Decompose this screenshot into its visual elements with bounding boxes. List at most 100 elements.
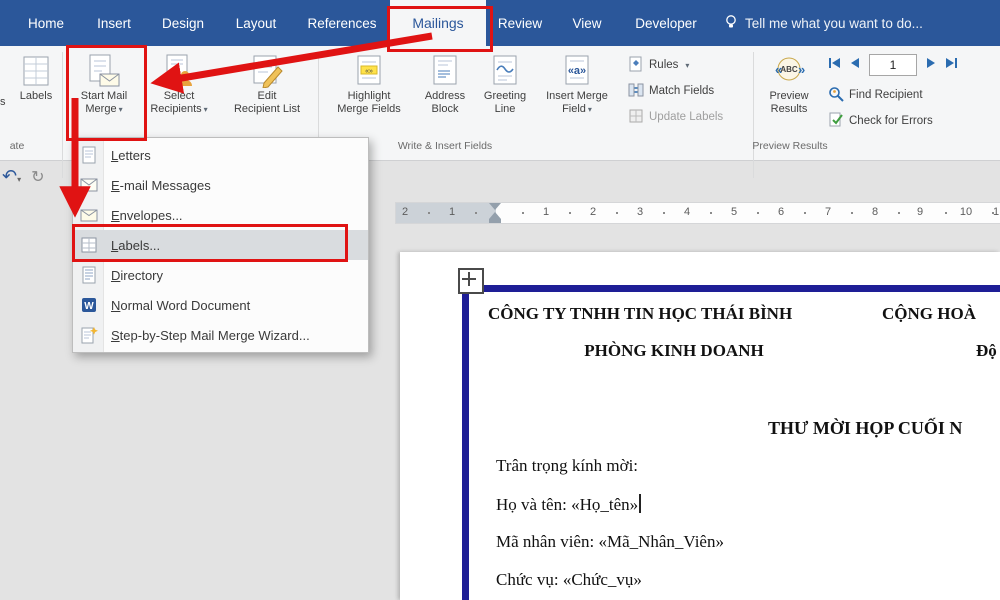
address-block-button[interactable]: Address Block [416, 50, 474, 136]
find-recipient-icon [828, 86, 844, 105]
hanging-indent-marker[interactable] [489, 212, 501, 219]
svg-text:W: W [84, 301, 94, 312]
first-line-indent-marker[interactable] [489, 203, 501, 210]
menu-item-labels-label: Labels... [111, 237, 161, 253]
tab-mailings-label: Mailings [412, 15, 464, 31]
ruler-mark: 10 [959, 206, 973, 218]
rules-button[interactable]: Rules [628, 54, 689, 76]
tab-review[interactable]: Review [492, 0, 548, 46]
ruler-mark: 5 [730, 206, 738, 218]
ruler-mark: 4 [683, 206, 691, 218]
group-label-preview-results: Preview Results [752, 140, 828, 152]
update-labels-button[interactable]: Update Labels [628, 106, 723, 128]
document-page[interactable]: CÔNG TY TNHH TIN HỌC THÁI BÌNH PHÒNG KIN… [400, 252, 1000, 600]
ruler-mark: 1 [992, 206, 1000, 218]
greeting-line-button[interactable]: Greeting Line [478, 50, 532, 136]
start-mail-merge-label-2: Merge [85, 103, 122, 116]
insert-merge-field-label-1: Insert Merge [546, 90, 608, 102]
tab-design[interactable]: Design [154, 0, 212, 46]
body-line-1: Trân trọng kính mời: [496, 456, 639, 475]
letters-icon [79, 146, 99, 164]
undo-icon [2, 169, 17, 186]
menu-item-step-by-step-wizard[interactable]: Step-by-Step Mail Merge Wizard... [73, 320, 368, 350]
ruler-mark: 8 [871, 206, 879, 218]
ruler-mark: 3 [636, 206, 644, 218]
menu-item-normal-word-document-label: Normal Word Document [111, 297, 251, 313]
header-left-line1: CÔNG TY TNHH TIN HỌC THÁI BÌNH [488, 304, 793, 323]
menu-item-email-messages[interactable]: E-mail Messages [73, 170, 368, 200]
last-record-button[interactable] [945, 56, 958, 74]
labels-button[interactable]: Labels [12, 50, 60, 136]
body-line-2: Họ và tên: «Họ_tên» [496, 494, 642, 515]
check-for-errors-button[interactable]: Check for Errors [828, 110, 933, 132]
match-fields-icon [628, 82, 644, 101]
header-right-line2: Độ [976, 341, 997, 360]
find-recipient-label: Find Recipient [849, 89, 923, 101]
table-move-handle[interactable] [458, 268, 484, 294]
tab-layout-label: Layout [235, 15, 277, 31]
greeting-line-label-2: Line [494, 103, 516, 115]
menu-item-envelopes[interactable]: Envelopes... [73, 200, 368, 230]
menu-item-directory-label: Directory [111, 267, 164, 283]
address-block-label-2: Block [431, 103, 459, 115]
preview-results-button[interactable]: ABC « » Preview Results [760, 50, 818, 136]
menu-item-step-by-step-wizard-label: Step-by-Step Mail Merge Wizard... [111, 327, 310, 343]
record-number-input[interactable]: 1 [869, 54, 917, 76]
next-record-button[interactable] [926, 56, 936, 74]
highlight-merge-fields-label-2: Merge Fields [337, 103, 401, 115]
group-label-create-partial: ate [9, 140, 25, 152]
horizontal-ruler[interactable]: 2 1 1 2 3 4 5 6 7 8 9 10 1 [395, 202, 1000, 224]
text-cursor [639, 494, 642, 513]
labels-button-label: Labels [19, 90, 53, 102]
find-recipient-button[interactable]: Find Recipient [828, 84, 923, 106]
word-window: Home Insert Design Layout References Mai… [0, 0, 1000, 600]
tab-references-label: References [307, 15, 377, 31]
menu-item-email-messages-label: E-mail Messages [111, 177, 211, 193]
tab-layout[interactable]: Layout [226, 0, 286, 46]
highlight-merge-fields-button[interactable]: «» Highlight Merge Fields [326, 50, 412, 136]
insert-merge-field-button[interactable]: «a» Insert Merge Field [538, 50, 616, 136]
tab-developer[interactable]: Developer [624, 0, 708, 46]
tab-references[interactable]: References [300, 0, 384, 46]
tell-me-box[interactable]: Tell me what you want to do... [724, 0, 923, 46]
tab-home-label: Home [27, 15, 64, 31]
chevron-down-icon [202, 103, 208, 115]
redo-button[interactable] [31, 167, 44, 187]
check-for-errors-label: Check for Errors [849, 115, 933, 127]
address-block-icon [428, 52, 462, 90]
body-line-3: Mã nhân viên: «Mã_Nhân_Viên» [496, 532, 724, 551]
tab-view[interactable]: View [562, 0, 612, 46]
group-separator [753, 52, 754, 178]
update-labels-label: Update Labels [649, 111, 724, 123]
tab-mailings[interactable]: Mailings [390, 0, 486, 46]
tab-insert[interactable]: Insert [86, 0, 142, 46]
tab-review-label: Review [497, 15, 543, 31]
edit-recipient-list-button[interactable]: Edit Recipient List [224, 50, 310, 136]
lightbulb-icon [724, 14, 738, 33]
match-fields-button[interactable]: Match Fields [628, 80, 714, 102]
start-mail-merge-button[interactable]: Start Mail Merge [68, 50, 140, 136]
rules-icon [628, 56, 644, 75]
svg-text:»: » [798, 62, 805, 77]
svg-text:«»: «» [365, 68, 373, 75]
menu-item-labels[interactable]: Labels... [73, 230, 368, 260]
undo-button[interactable] [2, 166, 21, 187]
highlight-merge-fields-label-1: Highlight [347, 90, 391, 102]
envelopes-button-partial[interactable]: s [0, 96, 6, 108]
first-record-button[interactable] [828, 56, 841, 74]
previous-record-button[interactable] [850, 56, 860, 74]
tab-home[interactable]: Home [18, 0, 74, 46]
ruler-mark: 2 [401, 206, 409, 218]
tell-me-label: Tell me what you want to do... [745, 15, 923, 31]
left-indent-marker[interactable] [489, 219, 501, 223]
select-recipients-button[interactable]: Select Recipients [146, 50, 212, 136]
menu-item-letters-label: Letters [111, 147, 151, 163]
menu-item-directory[interactable]: Directory [73, 260, 368, 290]
menu-item-letters[interactable]: Letters [73, 140, 368, 170]
start-mail-merge-icon [87, 52, 121, 90]
highlight-merge-fields-icon: «» [352, 52, 386, 90]
redo-icon [31, 169, 44, 186]
ruler-mark: 9 [916, 206, 924, 218]
menu-item-normal-word-document[interactable]: W Normal Word Document [73, 290, 368, 320]
ruler-mark: 7 [824, 206, 832, 218]
